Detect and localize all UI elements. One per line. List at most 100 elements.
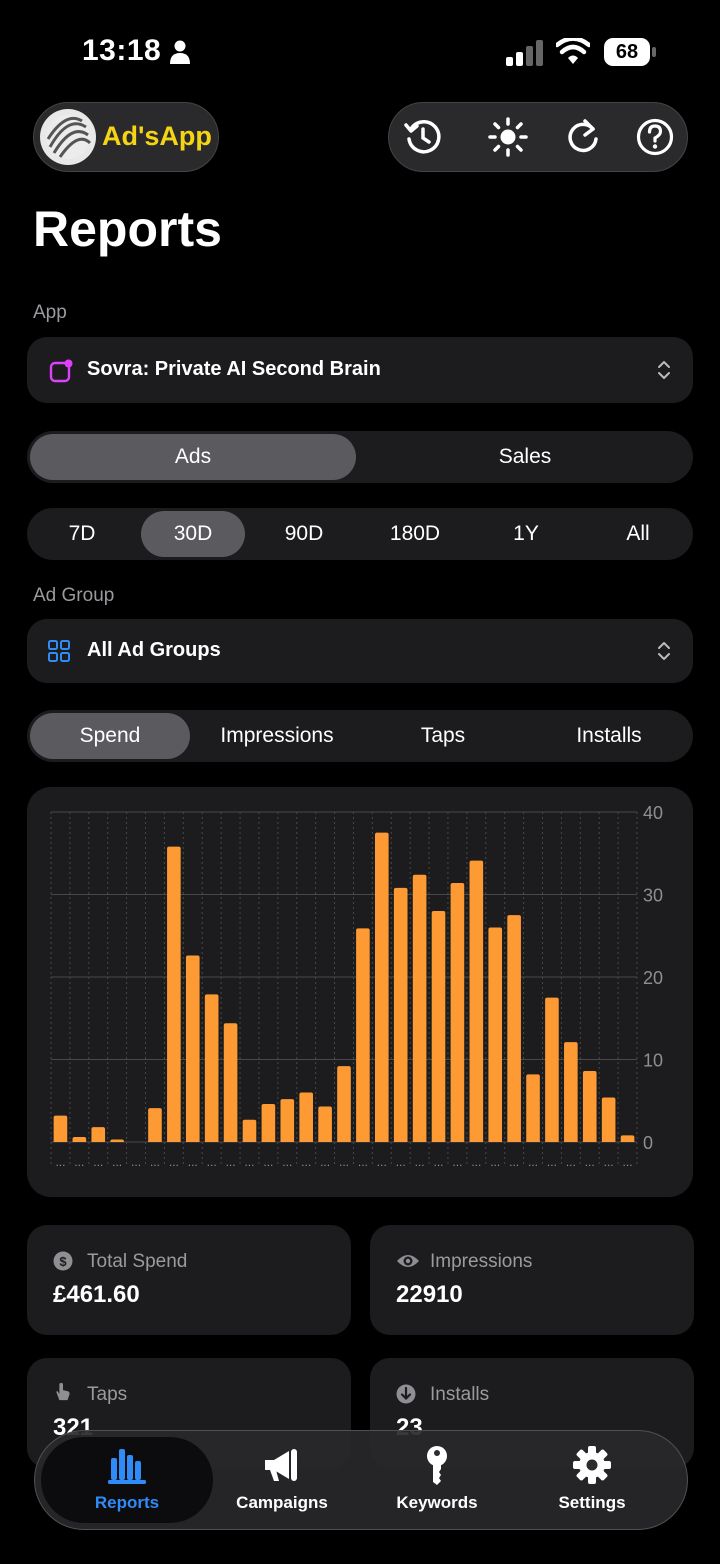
chart-bar [72, 1137, 87, 1142]
spend-chart-card: 40 30 20 10 0...............................… [27, 787, 693, 1197]
tap-hand-icon [56, 1382, 70, 1401]
chart-bar [204, 994, 219, 1142]
range-180d[interactable]: 180D [360, 508, 470, 560]
x-tick-label: ... [358, 1155, 368, 1169]
y-tick-label: 30 [643, 886, 663, 906]
x-tick-label: ... [131, 1155, 141, 1169]
x-tick-label: ... [623, 1155, 633, 1169]
metric-impressions[interactable]: Impressions [194, 710, 360, 762]
impressions-card[interactable]: Impressions 22910 [370, 1225, 694, 1335]
x-tick-label: ... [377, 1155, 387, 1169]
stat-label: Installs [430, 1384, 490, 1405]
chart-bar [431, 911, 446, 1142]
x-tick-label: ... [282, 1155, 292, 1169]
tab-bar: Reports Campaigns Keywords Settings [34, 1430, 688, 1530]
x-tick-label: ... [566, 1155, 576, 1169]
app-icon [49, 359, 73, 383]
page-title: Reports [33, 201, 222, 257]
chart-bar [545, 997, 559, 1142]
tab-label: Keywords [396, 1493, 478, 1512]
chart-bar [564, 1042, 578, 1142]
chart-bar [620, 1135, 635, 1142]
chart-bar [337, 1066, 351, 1142]
chart-bar [110, 1139, 124, 1142]
y-tick-label: 40 [643, 803, 663, 823]
x-tick-label: ... [263, 1155, 273, 1169]
refresh-icon[interactable] [563, 117, 603, 157]
total-spend-card[interactable]: $ Total Spend £461.60 [27, 1225, 351, 1335]
metric-segmented-control: Spend Impressions Taps Installs [27, 710, 693, 762]
chart-bar [393, 887, 408, 1142]
x-tick-label: ... [490, 1155, 500, 1169]
brightness-icon[interactable] [488, 117, 528, 157]
ad-group-picker[interactable]: All Ad Groups [27, 619, 693, 683]
app-picker[interactable]: Sovra: Private AI Second Brain [27, 337, 693, 403]
tab-keywords[interactable]: Keywords [362, 1441, 512, 1521]
battery-indicator: 68 [604, 38, 656, 66]
tab-ads[interactable]: Ads [30, 434, 356, 480]
app-name: Ad'sApp [102, 121, 212, 151]
megaphone-icon [265, 1449, 297, 1481]
tab-reports[interactable]: Reports [52, 1441, 202, 1521]
x-tick-label: ... [188, 1155, 198, 1169]
person-icon [170, 40, 190, 64]
chart-bar [356, 928, 370, 1142]
chart-bar [412, 874, 427, 1142]
tab-label: Settings [558, 1493, 626, 1512]
metric-installs[interactable]: Installs [526, 710, 692, 762]
x-tick-label: ... [74, 1155, 84, 1169]
chart-bar [375, 832, 389, 1142]
eye-icon [397, 1255, 419, 1267]
x-tick-label: ... [150, 1155, 160, 1169]
chart-bar [91, 1127, 106, 1142]
stat-value: £461.60 [53, 1281, 140, 1308]
key-icon [427, 1446, 447, 1485]
chart-bar [280, 1099, 295, 1142]
bar-chart-icon [108, 1449, 146, 1484]
x-tick-label: ... [55, 1155, 65, 1169]
stat-label: Impressions [430, 1251, 533, 1272]
range-7d[interactable]: 7D [27, 508, 137, 560]
tab-label: Campaigns [236, 1493, 328, 1512]
battery-cap [652, 47, 656, 57]
chart-bar [261, 1104, 276, 1142]
y-tick-label: 20 [643, 968, 663, 988]
chart-bar [601, 1097, 616, 1142]
x-tick-label: ... [452, 1155, 462, 1169]
metric-spend[interactable]: Spend [30, 713, 190, 759]
stat-label: Total Spend [87, 1251, 188, 1272]
help-icon[interactable] [635, 117, 675, 157]
app-brand-pill[interactable]: Ad'sApp [33, 102, 219, 172]
tab-settings[interactable]: Settings [517, 1441, 667, 1521]
y-tick-label: 0 [643, 1133, 653, 1153]
x-tick-label: ... [415, 1155, 425, 1169]
range-90d[interactable]: 90D [249, 508, 359, 560]
tab-sales[interactable]: Sales [360, 431, 690, 483]
x-tick-label: ... [396, 1155, 406, 1169]
battery-level: 68 [604, 38, 650, 66]
chart-bar [148, 1108, 162, 1142]
tab-campaigns[interactable]: Campaigns [207, 1441, 357, 1521]
history-icon[interactable] [403, 117, 443, 157]
chart-bar [53, 1115, 68, 1142]
range-all[interactable]: All [583, 508, 693, 560]
x-tick-label: ... [528, 1155, 538, 1169]
range-30d[interactable]: 30D [141, 511, 245, 557]
app-section-label: App [33, 302, 67, 323]
app-picker-value: Sovra: Private AI Second Brain [87, 358, 381, 380]
x-tick-label: ... [112, 1155, 122, 1169]
mode-segmented-control: Ads Sales [27, 431, 693, 483]
ad-group-picker-value: All Ad Groups [87, 639, 221, 661]
chart-bar [488, 927, 503, 1142]
x-tick-label: ... [471, 1155, 481, 1169]
chart-bar [526, 1074, 540, 1142]
stat-value: 22910 [396, 1281, 463, 1308]
x-tick-label: ... [320, 1155, 330, 1169]
metric-taps[interactable]: Taps [360, 710, 526, 762]
range-1y[interactable]: 1Y [471, 508, 581, 560]
x-tick-label: ... [301, 1155, 311, 1169]
gear-icon [573, 1446, 611, 1484]
x-tick-label: ... [547, 1155, 557, 1169]
chart-bar [185, 955, 200, 1142]
chart-bar [167, 846, 181, 1142]
